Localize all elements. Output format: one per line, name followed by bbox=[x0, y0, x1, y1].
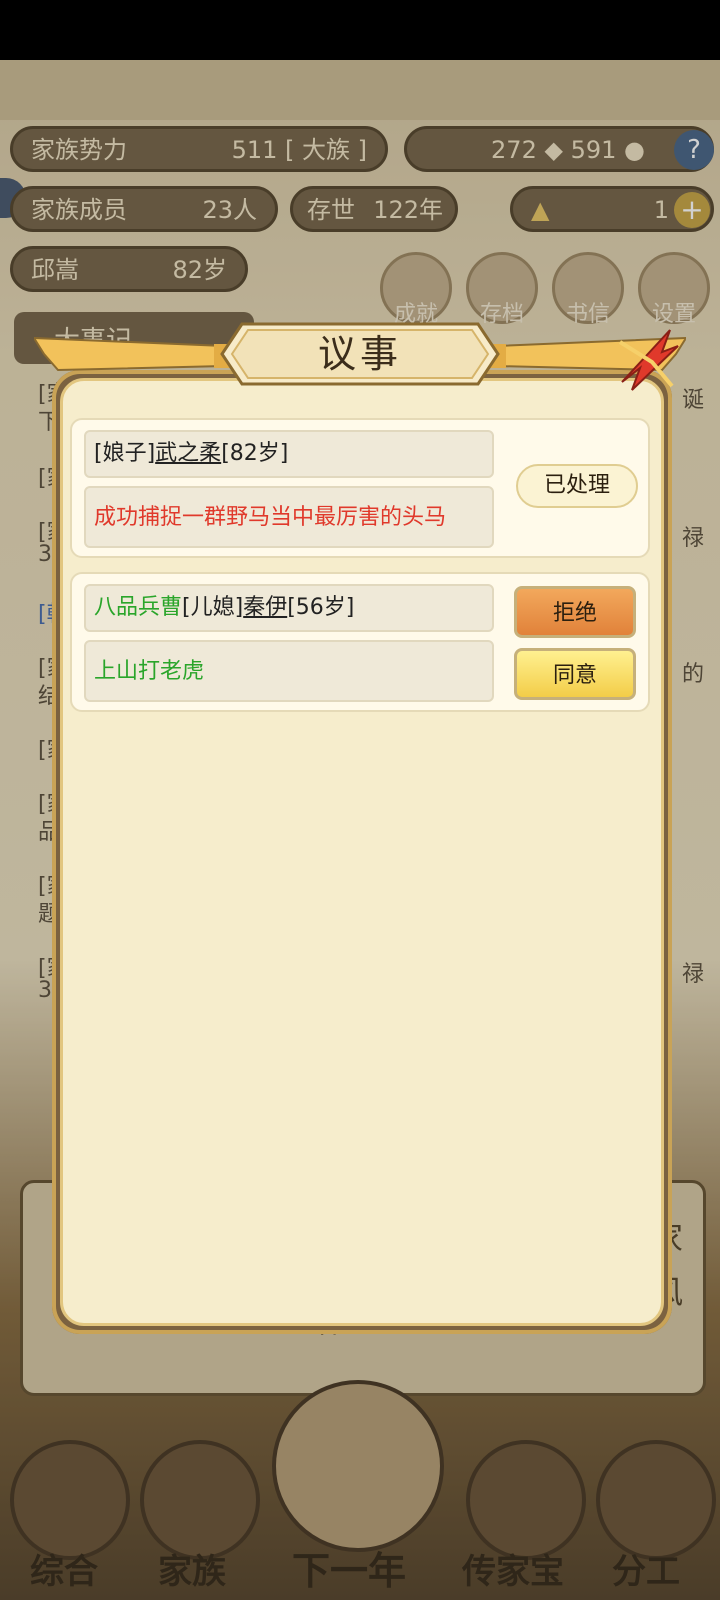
reject-button[interactable]: 拒绝 bbox=[514, 586, 636, 638]
person-name-link[interactable]: 秦伊 bbox=[243, 595, 287, 620]
person-role: [儿媳] bbox=[182, 595, 244, 620]
issue-person: 八品兵曹[儿媳]秦伊[56岁] bbox=[84, 584, 494, 632]
close-icon[interactable] bbox=[612, 322, 684, 394]
status-bar bbox=[0, 0, 720, 60]
issue-person: [娘子]武之柔[82岁] bbox=[84, 430, 494, 478]
agree-button[interactable]: 同意 bbox=[514, 648, 636, 700]
person-role: [娘子] bbox=[94, 441, 156, 466]
issue-card: 八品兵曹[儿媳]秦伊[56岁] 上山打老虎 拒绝 同意 bbox=[70, 572, 650, 712]
person-name-link[interactable]: 武之柔 bbox=[155, 441, 221, 466]
issue-card: [娘子]武之柔[82岁] 成功捕捉一群野马当中最厉害的头马 已处理 bbox=[70, 418, 650, 558]
person-title: 八品兵曹 bbox=[94, 595, 183, 620]
dialog-title: 议事 bbox=[317, 332, 402, 376]
person-age: [82岁] bbox=[221, 441, 289, 466]
person-age: [56岁] bbox=[287, 595, 355, 620]
issue-event: 上山打老虎 bbox=[84, 640, 494, 702]
issue-event: 成功捕捉一群野马当中最厉害的头马 bbox=[84, 486, 494, 548]
processed-button[interactable]: 已处理 bbox=[516, 464, 638, 508]
